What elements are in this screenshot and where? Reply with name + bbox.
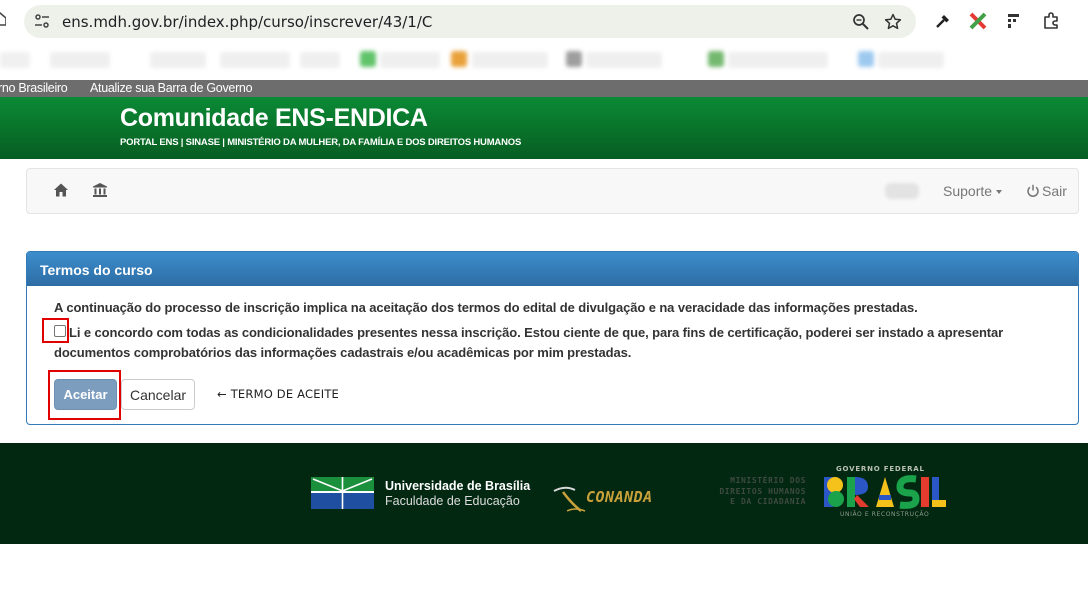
extension-cross-icon[interactable] bbox=[969, 12, 987, 30]
agree-checkbox[interactable] bbox=[54, 325, 66, 337]
suporte-dropdown[interactable]: Suporte bbox=[943, 183, 1003, 199]
bookmark-favicon bbox=[566, 51, 582, 67]
bookmark-favicon bbox=[708, 51, 724, 67]
bookmark-item[interactable] bbox=[220, 52, 290, 68]
mdh-logo: MINISTÉRIO DOS DIREITOS HUMANOS E DA CID… bbox=[690, 476, 806, 508]
browser-chrome: ens.mdh.gov.br/index.php/curso/inscrever… bbox=[0, 0, 1088, 80]
gov-federal-label: GOVERNO FEDERAL bbox=[836, 465, 925, 473]
site-header: Comunidade ENS-ENDICA PORTAL ENS | SINAS… bbox=[0, 97, 1088, 159]
checkbox-highlight bbox=[42, 318, 69, 343]
brasil-logo bbox=[824, 475, 946, 509]
bookmarks-bar bbox=[0, 46, 1088, 74]
bookmark-favicon bbox=[858, 51, 874, 67]
conanda-logo-text: CONANDA bbox=[586, 488, 653, 506]
bookmark-item[interactable] bbox=[878, 52, 944, 68]
logout-label: Sair bbox=[1042, 183, 1067, 199]
eyedropper-icon[interactable] bbox=[934, 12, 952, 30]
logout-link[interactable]: Sair bbox=[1026, 183, 1067, 199]
panel-title: Termos do curso bbox=[40, 262, 153, 278]
agree-label-line1[interactable]: Li e concordo com todas as condicionalid… bbox=[69, 325, 1003, 340]
agree-label-line2[interactable]: documentos comprobatórios das informaçõe… bbox=[54, 345, 631, 360]
extensions-puzzle-icon[interactable] bbox=[1042, 12, 1060, 30]
mdh-line1: MINISTÉRIO DOS bbox=[730, 476, 806, 485]
institution-icon[interactable] bbox=[92, 182, 108, 198]
site-subtitle: PORTAL ENS | SINASE | MINISTÉRIO DA MULH… bbox=[120, 137, 522, 148]
unb-name: Universidade de Brasília bbox=[385, 479, 531, 493]
bookmark-item[interactable] bbox=[50, 52, 110, 68]
bookmark-item[interactable] bbox=[300, 52, 340, 68]
gov-portal-link[interactable]: rno Brasileiro bbox=[0, 81, 68, 95]
home-icon[interactable] bbox=[0, 12, 6, 26]
terms-panel: Termos do curso A continuação do process… bbox=[26, 251, 1079, 425]
site-info-icon[interactable] bbox=[34, 13, 50, 29]
bookmark-item[interactable] bbox=[380, 52, 440, 68]
unb-logo bbox=[311, 477, 374, 509]
bookmark-item[interactable] bbox=[150, 52, 206, 68]
mdh-line2: DIREITOS HUMANOS bbox=[719, 486, 806, 496]
power-icon bbox=[1027, 184, 1039, 197]
update-gov-bar-link[interactable]: Atualize sua Barra de Governo bbox=[90, 81, 253, 95]
bookmark-item[interactable] bbox=[586, 52, 662, 68]
bookmark-item[interactable] bbox=[0, 52, 30, 68]
unb-faculty: Faculdade de Educação bbox=[385, 494, 520, 508]
panel-heading: Termos do curso bbox=[27, 252, 1078, 286]
caret-down-icon bbox=[996, 190, 1003, 195]
suporte-label: Suporte bbox=[943, 183, 993, 199]
site-title[interactable]: Comunidade ENS-ENDICA bbox=[120, 104, 428, 133]
bookmark-item[interactable] bbox=[472, 52, 548, 68]
site-footer: Universidade de Brasília Faculdade de Ed… bbox=[0, 443, 1088, 544]
bookmark-favicon bbox=[451, 51, 467, 67]
terms-intro-text: A continuação do processo de inscrição i… bbox=[54, 300, 918, 315]
user-name-blurred[interactable] bbox=[885, 183, 919, 199]
main-navbar: Suporte Sair bbox=[26, 168, 1079, 214]
gov-slogan: UNIÃO E RECONSTRUÇÃO bbox=[840, 511, 930, 518]
mdh-line3: E DA CIDADANIA bbox=[730, 497, 806, 506]
terms-annotation: ← TERMO DE ACEITE bbox=[217, 387, 340, 401]
bookmark-star-icon[interactable] bbox=[884, 13, 902, 31]
zoom-icon[interactable] bbox=[852, 13, 870, 31]
government-bar: rno Brasileiro Atualize sua Barra de Gov… bbox=[0, 80, 1088, 97]
conanda-swoosh-icon bbox=[553, 486, 586, 512]
accept-button[interactable]: Aceitar bbox=[54, 379, 117, 410]
cancel-button[interactable]: Cancelar bbox=[121, 379, 195, 410]
url-text[interactable]: ens.mdh.gov.br/index.php/curso/inscrever… bbox=[62, 13, 432, 31]
extension-grid-icon[interactable] bbox=[1006, 12, 1024, 30]
address-bar[interactable]: ens.mdh.gov.br/index.php/curso/inscrever… bbox=[24, 5, 916, 38]
bookmark-item[interactable] bbox=[728, 52, 828, 68]
home-icon[interactable] bbox=[53, 182, 69, 198]
bookmark-favicon bbox=[360, 51, 376, 67]
